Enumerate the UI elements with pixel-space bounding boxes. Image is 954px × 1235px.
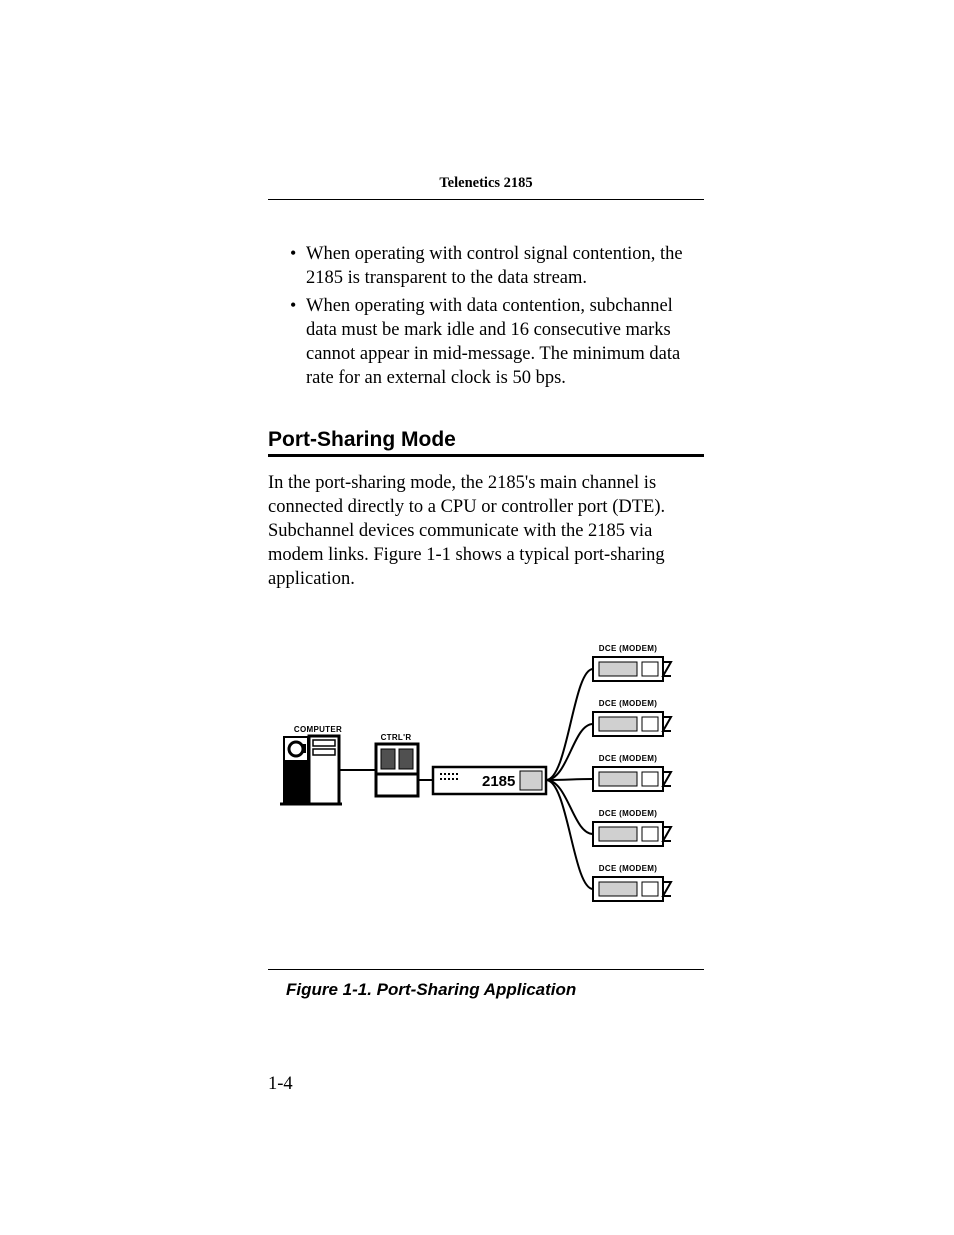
modem-group: DCE (MODEM) DCE (MODEM) DCE (MODEM) xyxy=(593,644,671,901)
figure: DCE (MODEM) DCE (MODEM) DCE (MODEM) xyxy=(268,640,704,1000)
document-page: Telenetics 2185 When operating with cont… xyxy=(0,0,954,1235)
section-title-text: Port-Sharing Mode xyxy=(268,428,456,451)
fanout-lines xyxy=(546,669,593,889)
computer-label: COMPUTER xyxy=(294,725,342,734)
page-number: 1-4 xyxy=(268,1074,293,1095)
bullet-item: When operating with data contention, sub… xyxy=(290,294,704,390)
bullet-item: When operating with control signal conte… xyxy=(290,242,704,290)
diagram-svg: DCE (MODEM) DCE (MODEM) DCE (MODEM) xyxy=(268,640,704,940)
computer: COMPUTER xyxy=(280,725,342,804)
running-title: Telenetics 2185 xyxy=(439,175,532,191)
modem-label: DCE (MODEM) xyxy=(599,809,657,818)
header-rule xyxy=(268,199,704,200)
section-paragraph-text: In the port-sharing mode, the 2185's mai… xyxy=(268,473,665,589)
page-number-text: 1-4 xyxy=(268,1074,293,1094)
device-label: 2185 xyxy=(482,773,515,790)
device-2185: 2185 xyxy=(433,767,546,794)
modem-label: DCE (MODEM) xyxy=(599,699,657,708)
modem-label: DCE (MODEM) xyxy=(599,754,657,763)
controller: CTRL'R xyxy=(376,733,418,796)
section-title: Port-Sharing Mode xyxy=(268,428,704,452)
bullet-list: When operating with control signal conte… xyxy=(268,242,704,390)
bullet-text: When operating with control signal conte… xyxy=(306,244,683,288)
bullet-text: When operating with data contention, sub… xyxy=(306,296,680,388)
section-rule xyxy=(268,454,704,457)
section-paragraph: In the port-sharing mode, the 2185's mai… xyxy=(268,471,704,591)
figure-rule xyxy=(268,969,704,970)
modem-label: DCE (MODEM) xyxy=(599,644,657,653)
figure-caption-text: Figure 1-1. Port-Sharing Application xyxy=(286,980,576,999)
controller-label: CTRL'R xyxy=(381,733,412,742)
figure-caption: Figure 1-1. Port-Sharing Application xyxy=(286,980,704,1000)
modem-label: DCE (MODEM) xyxy=(599,864,657,873)
running-header: Telenetics 2185 xyxy=(268,175,704,199)
